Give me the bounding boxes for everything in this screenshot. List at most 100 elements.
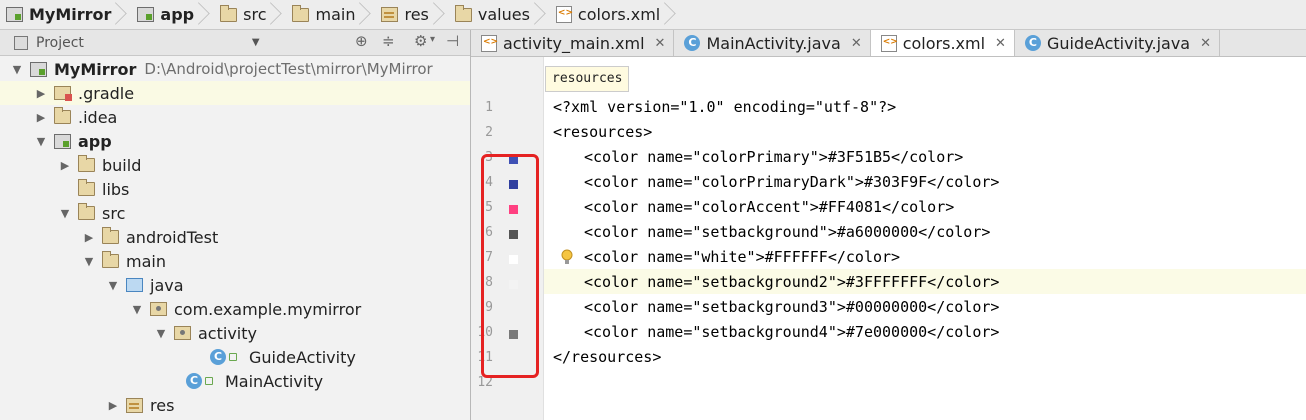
- gradle-folder-icon: [54, 86, 72, 101]
- xml-file-icon: [481, 34, 498, 52]
- dropdown-triangle-icon[interactable]: ▼: [252, 37, 260, 48]
- tab-activity-main-xml[interactable]: activity_main.xml ✕: [471, 30, 675, 56]
- tab-label: activity_main.xml: [503, 33, 645, 53]
- tree-row-gradle[interactable]: ▶ .gradle: [0, 81, 470, 105]
- tree-row-libs[interactable]: libs: [0, 177, 548, 201]
- code-line[interactable]: <?xml version="1.0" encoding="utf-8"?>: [553, 98, 896, 116]
- project-panel: Project ▼ ⊕ ≑ ⚙ ▾ ⊣ ▼ MyMirror D:\Androi…: [0, 30, 471, 420]
- res-folder-icon: [381, 7, 399, 22]
- tab-guideactivity-java[interactable]: C GuideActivity.java ✕: [1015, 30, 1221, 56]
- class-icon: C: [186, 373, 202, 389]
- locate-target-icon[interactable]: ⊕: [355, 32, 368, 50]
- folder-icon: [292, 4, 310, 22]
- editor-tab-bar: activity_main.xml ✕ C MainActivity.java …: [471, 30, 1306, 57]
- expanded-arrow-icon[interactable]: ▼: [58, 207, 72, 220]
- chevron-down-icon[interactable]: ▾: [430, 34, 435, 45]
- crumb-label: src: [243, 5, 267, 24]
- module-icon: [54, 133, 71, 149]
- package-icon: [150, 302, 167, 316]
- res-folder-icon: [126, 397, 143, 413]
- root-path: D:\Android\projectTest\mirror\MyMirror: [144, 60, 433, 78]
- expanded-arrow-icon[interactable]: ▼: [82, 255, 96, 268]
- expanded-arrow-icon[interactable]: ▼: [34, 135, 48, 148]
- expanded-arrow-icon[interactable]: ▼: [10, 63, 24, 76]
- code-line-current[interactable]: <color name="setbackground2">#3FFFFFFF</…: [584, 273, 999, 291]
- tab-label: GuideActivity.java: [1046, 33, 1191, 53]
- code-line[interactable]: <color name="colorPrimary">#3F51B5</colo…: [584, 148, 963, 166]
- tab-mainactivity-java[interactable]: C MainActivity.java ✕: [674, 30, 871, 56]
- tree-row-build[interactable]: ▶ build: [0, 153, 528, 177]
- close-icon[interactable]: ✕: [655, 36, 666, 51]
- tree-row-main[interactable]: ▼ main: [0, 249, 552, 273]
- code-line[interactable]: <color name="white">#FFFFFF</color>: [584, 248, 900, 266]
- lock-icon: [229, 353, 237, 361]
- tree-label: MainActivity: [225, 371, 324, 391]
- tree-row-app[interactable]: ▼ app: [0, 129, 504, 153]
- collapsed-arrow-icon[interactable]: ▶: [58, 159, 72, 172]
- collapsed-arrow-icon[interactable]: ▶: [82, 231, 96, 244]
- lock-icon: [205, 377, 213, 385]
- tab-colors-xml[interactable]: colors.xml ✕: [870, 30, 1015, 56]
- class-icon: C: [684, 35, 701, 51]
- code-line[interactable]: <color name="colorPrimaryDark">#303F9F</…: [584, 173, 999, 191]
- crumb-label: app: [160, 5, 195, 24]
- tree-row-androidtest[interactable]: ▶ androidTest: [0, 225, 552, 249]
- collapsed-arrow-icon[interactable]: ▶: [34, 111, 48, 124]
- code-line[interactable]: <color name="colorAccent">#FF4081</color…: [584, 198, 954, 216]
- tree-label: main: [126, 251, 166, 271]
- gear-icon[interactable]: ⚙: [414, 32, 427, 50]
- folder-icon: [220, 4, 238, 22]
- module-icon: [137, 7, 155, 22]
- tree-label: res: [150, 395, 175, 415]
- tree-label: .gradle: [78, 83, 135, 103]
- folder-icon: [78, 155, 95, 172]
- tree-label: activity: [198, 323, 257, 343]
- collapsed-arrow-icon[interactable]: ▶: [34, 87, 48, 100]
- close-icon[interactable]: ✕: [1200, 36, 1211, 51]
- project-view-selector[interactable]: Project: [36, 35, 84, 51]
- collapse-all-icon[interactable]: ≑: [382, 32, 395, 50]
- crumb-colors-xml[interactable]: colors.xml: [538, 0, 668, 29]
- close-icon[interactable]: ✕: [851, 36, 862, 51]
- tree-label: androidTest: [126, 227, 219, 247]
- crumb-label: colors.xml: [577, 5, 661, 24]
- tree-row-root[interactable]: ▼ MyMirror D:\Android\projectTest\mirror…: [0, 57, 480, 81]
- xml-file-icon: [555, 6, 573, 23]
- expanded-arrow-icon[interactable]: ▼: [106, 279, 120, 292]
- tree-label: build: [102, 155, 142, 175]
- crumb-main[interactable]: main: [274, 0, 363, 29]
- tree-label: java: [150, 275, 184, 295]
- tree-row-idea[interactable]: ▶ .idea: [0, 105, 504, 129]
- hide-panel-icon[interactable]: ⊣: [446, 32, 459, 50]
- folder-icon: [54, 107, 71, 124]
- editor-gutter: 1 2 3 4 5 6 7 8 9 10 11 12: [471, 57, 544, 420]
- xml-breadcrumb-tooltip: resources: [545, 66, 630, 92]
- folder-icon: [78, 203, 95, 220]
- collapsed-arrow-icon[interactable]: ▶: [106, 399, 120, 412]
- project-panel-header: Project ▼: [0, 30, 470, 56]
- lightbulb-icon[interactable]: [561, 249, 573, 265]
- code-line[interactable]: <color name="setbackground3">#00000000</…: [584, 298, 999, 316]
- crumb-res[interactable]: res: [363, 0, 436, 29]
- code-line[interactable]: </resources>: [553, 348, 661, 366]
- tree-row-src[interactable]: ▼ src: [0, 201, 528, 225]
- tree-label: MyMirror: [54, 59, 137, 79]
- close-icon[interactable]: ✕: [995, 36, 1006, 51]
- module-icon: [6, 7, 23, 22]
- crumb-app[interactable]: app: [119, 0, 202, 29]
- crumb-mymirror[interactable]: MyMirror: [0, 0, 119, 29]
- tree-label: src: [102, 203, 126, 223]
- expanded-arrow-icon[interactable]: ▼: [154, 327, 168, 340]
- code-line[interactable]: <color name="setbackground">#a6000000</c…: [584, 223, 990, 241]
- tab-label: colors.xml: [902, 33, 986, 53]
- line-number: 1: [485, 100, 493, 115]
- xml-file-icon: [880, 34, 898, 52]
- expanded-arrow-icon[interactable]: ▼: [130, 303, 144, 316]
- code-line[interactable]: <resources>: [553, 123, 652, 141]
- crumb-values[interactable]: values: [437, 0, 538, 29]
- crumb-src[interactable]: src: [202, 0, 274, 29]
- code-line[interactable]: <color name="setbackground4">#7e000000</…: [584, 323, 999, 341]
- line-number: 2: [485, 125, 493, 140]
- project-view-icon: [14, 35, 28, 50]
- class-icon: C: [1024, 35, 1041, 51]
